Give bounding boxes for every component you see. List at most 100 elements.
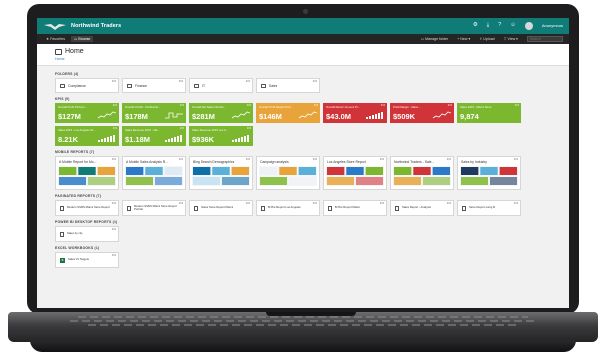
kpi-tile[interactable]: Overall Net Sales Northw... $281M ••• xyxy=(189,103,253,123)
folder-tile[interactable]: Compliance ••• xyxy=(55,78,119,93)
laptop-keyboard-deck xyxy=(8,312,598,342)
paginated-reports-row: Modern SSRS Miami Store Report ••• Modern … xyxy=(55,200,551,216)
app-topbar: Northwind Traders ⚙ ⤓ ? ☺ Anonymous xyxy=(37,18,569,34)
manage-folder-button[interactable]: ▭ Manage folder xyxy=(421,37,448,41)
more-icon[interactable]: ••• xyxy=(380,157,384,161)
paginated-report-tile[interactable]: Sales Report - Analysis ••• xyxy=(390,200,454,216)
kpi-tile[interactable]: Overall Return Amount Pr... $43.0M ••• xyxy=(323,103,387,123)
kpi-sparkline xyxy=(232,111,250,119)
paginated-report-tile[interactable]: B Plot Report Miami ••• xyxy=(323,200,387,216)
more-icon[interactable]: ••• xyxy=(246,201,250,205)
report-icon xyxy=(194,205,198,211)
upload-button[interactable]: ⇧ Upload xyxy=(479,37,494,41)
manage-folder-label: Manage folder xyxy=(425,37,449,41)
tab-browse[interactable]: ▭ Browse xyxy=(71,36,94,42)
more-icon[interactable]: ••• xyxy=(179,201,183,205)
more-icon[interactable]: ••• xyxy=(246,157,250,161)
more-icon[interactable]: ••• xyxy=(247,126,251,130)
mobile-report-tile[interactable]: A Mobile Sales Analysis R... ••• xyxy=(122,156,186,190)
more-icon[interactable]: ••• xyxy=(381,103,385,107)
more-icon[interactable]: ••• xyxy=(179,79,183,83)
more-icon[interactable]: ••• xyxy=(113,103,117,107)
kpi-title: Overall Profit Perform... xyxy=(58,104,88,109)
kpi-tile[interactable]: Overall COGS - Northwind... $178M ••• xyxy=(122,103,186,123)
report-thumbnail xyxy=(326,166,384,186)
mobile-report-tile[interactable]: Sales by Industry ••• xyxy=(457,156,521,190)
folder-tile[interactable]: Sales ••• xyxy=(256,78,320,93)
app-title: Northwind Traders xyxy=(71,23,122,29)
more-icon[interactable]: ••• xyxy=(180,103,184,107)
more-icon[interactable]: ••• xyxy=(514,201,518,205)
folder-icon xyxy=(194,83,199,88)
more-icon[interactable]: ••• xyxy=(314,103,318,107)
kpi-tile[interactable]: Overall Profit Perform... $127M ••• xyxy=(55,103,119,123)
download-icon[interactable]: ⤓ xyxy=(487,23,489,29)
kpi-sparkline xyxy=(165,112,183,119)
more-icon[interactable]: ••• xyxy=(112,79,116,83)
folder-tile[interactable]: IT ••• xyxy=(189,78,253,93)
paginated-report-tile[interactable]: Modern SSRS Miami Store Report Portrait •… xyxy=(122,200,186,216)
new-button[interactable]: + New ▾ xyxy=(457,37,470,41)
kpi-tile[interactable]: Sales 2015 - Miami Store 9,874 ••• xyxy=(457,103,521,123)
user-name[interactable]: Anonymous xyxy=(542,24,563,28)
more-icon[interactable]: ••• xyxy=(112,157,116,161)
folder-tile[interactable]: Finance ••• xyxy=(122,78,186,93)
kpi-sparkline xyxy=(98,111,116,119)
more-icon[interactable]: ••• xyxy=(112,253,116,257)
folders-section-title: FOLDERS (4) xyxy=(55,72,79,76)
mobile-report-tile[interactable]: Northwind Traders - Sale... ••• xyxy=(390,156,454,190)
more-icon[interactable]: ••• xyxy=(313,201,317,205)
avatar[interactable] xyxy=(524,22,533,30)
more-icon[interactable]: ••• xyxy=(313,157,317,161)
kpi-sparkline xyxy=(98,135,115,142)
more-icon[interactable]: ••• xyxy=(448,103,452,107)
smiley-icon[interactable]: ☺ xyxy=(510,23,516,29)
kpi-tile[interactable]: Profit Margin - Mass... $509K ••• xyxy=(390,103,454,123)
power-bi-report-tile[interactable]: Sales by city ••• xyxy=(55,226,119,242)
kpi-tile[interactable]: Sales 2015 - Los Angeles St... 8.21K ••• xyxy=(55,126,119,146)
report-thumbnail xyxy=(393,166,451,186)
mobile-report-tile[interactable]: Los Angeles Store Report ••• xyxy=(323,156,387,190)
breadcrumb[interactable]: Home xyxy=(55,57,554,61)
mobile-report-tile[interactable]: Campaign analysis ••• xyxy=(256,156,320,190)
paginated-report-tile[interactable]: B Plot Report Los Angeles ••• xyxy=(256,200,320,216)
folder-label: Sales xyxy=(269,83,278,88)
mobile-report-tile[interactable]: A Mobile Report for Mo... ••• xyxy=(55,156,119,190)
more-icon[interactable]: ••• xyxy=(247,103,251,107)
paginated-report-tile[interactable]: Glass Store Report Miami ••• xyxy=(189,200,253,216)
report-label: Modern SSRS Miami Store Report Portrait xyxy=(134,203,177,211)
more-icon[interactable]: ••• xyxy=(313,79,317,83)
kpi-title: Overall Net Sales Northw... xyxy=(192,104,226,109)
more-icon[interactable]: ••• xyxy=(179,157,183,161)
more-icon[interactable]: ••• xyxy=(515,103,519,107)
view-button[interactable]: ▽ View ▾ xyxy=(504,37,518,41)
report-label: Glass Store Report Miami xyxy=(201,205,234,210)
more-icon[interactable]: ••• xyxy=(246,79,250,83)
more-icon[interactable]: ••• xyxy=(112,227,116,231)
more-icon[interactable]: ••• xyxy=(447,157,451,161)
report-icon xyxy=(261,205,265,211)
mobile-report-tile[interactable]: Bing Search Demographics ••• xyxy=(189,156,253,190)
report-label: B Plot Report Miami xyxy=(335,205,360,210)
more-icon[interactable]: ••• xyxy=(112,201,116,205)
kpi-tile[interactable]: Sales Revenue 2015 - Ma... $1.18M ••• xyxy=(122,126,186,146)
kpi-tile[interactable]: Overall Profit Margin Perf... $146M ••• xyxy=(256,103,320,123)
paginated-report-tile[interactable]: Modern SSRS Miami Store Report ••• xyxy=(55,200,119,216)
kpi-title: Profit Margin - Mass... xyxy=(393,104,421,109)
help-icon[interactable]: ? xyxy=(498,23,501,29)
more-icon[interactable]: ••• xyxy=(180,126,184,130)
excel-workbook-tile[interactable]: X Sales Vs Targets ••• xyxy=(55,252,119,268)
search-input[interactable] xyxy=(527,36,563,42)
gear-icon[interactable]: ⚙ xyxy=(473,23,478,29)
paginated-report-tile[interactable]: Store Report using R ••• xyxy=(457,200,521,216)
kpi-tile[interactable]: Sales Revenue 2015 Los A... $936K ••• xyxy=(189,126,253,146)
tab-favorites[interactable]: ★ Favorites xyxy=(43,36,68,42)
folder-icon xyxy=(60,83,65,88)
more-icon[interactable]: ••• xyxy=(514,157,518,161)
more-icon[interactable]: ••• xyxy=(380,201,384,205)
report-icon xyxy=(395,205,399,211)
more-icon[interactable]: ••• xyxy=(447,201,451,205)
tab-browse-label: Browse xyxy=(78,37,91,41)
toolbar: ★ Favorites ▭ Browse ▭ Manage folder + N… xyxy=(37,34,569,44)
more-icon[interactable]: ••• xyxy=(113,126,117,130)
